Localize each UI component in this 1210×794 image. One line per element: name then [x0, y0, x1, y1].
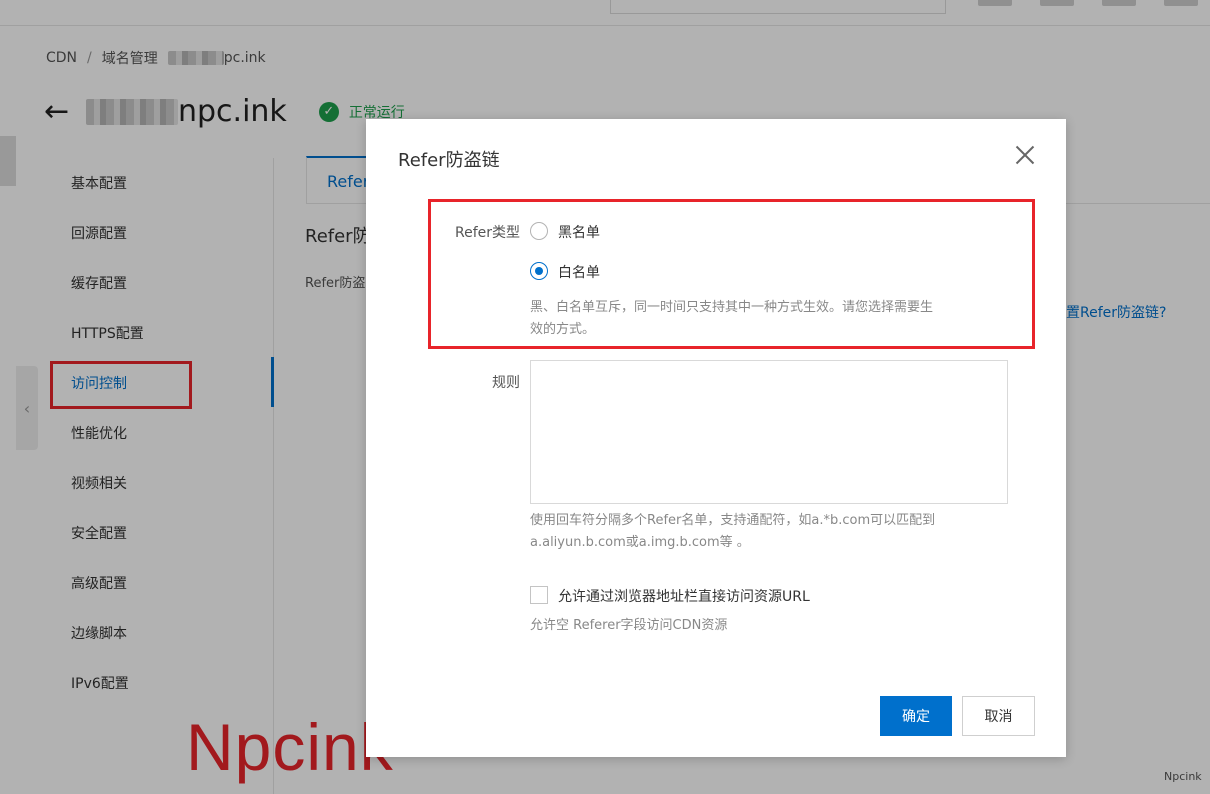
cancel-button[interactable]: 取消	[962, 696, 1035, 736]
close-icon[interactable]	[1013, 143, 1037, 167]
rules-textarea[interactable]	[530, 360, 1008, 504]
refer-dialog: Refer防盗链 Refer类型 黑名单 白名单 黑、白名单互斥，同一时间只支持…	[366, 119, 1066, 757]
confirm-button[interactable]: 确定	[880, 696, 952, 736]
hint-line: 使用回车符分隔多个Refer名单，支持通配符，如a.*b.com可以匹配到	[530, 513, 936, 528]
highlight-box	[428, 199, 1035, 349]
allow-direct-access-checkbox[interactable]	[530, 586, 548, 604]
allow-direct-access-label[interactable]: 允许通过浏览器地址栏直接访问资源URL	[558, 586, 810, 606]
hint-line: a.aliyun.b.com或a.img.b.com等 。	[530, 535, 750, 550]
rules-label: 规则	[492, 375, 520, 391]
rules-hint: 使用回车符分隔多个Refer名单，支持通配符，如a.*b.com可以匹配到 a.…	[530, 510, 935, 554]
dialog-title: Refer防盗链	[398, 150, 500, 171]
allow-empty-referer-hint: 允许空 Referer字段访问CDN资源	[530, 618, 728, 633]
